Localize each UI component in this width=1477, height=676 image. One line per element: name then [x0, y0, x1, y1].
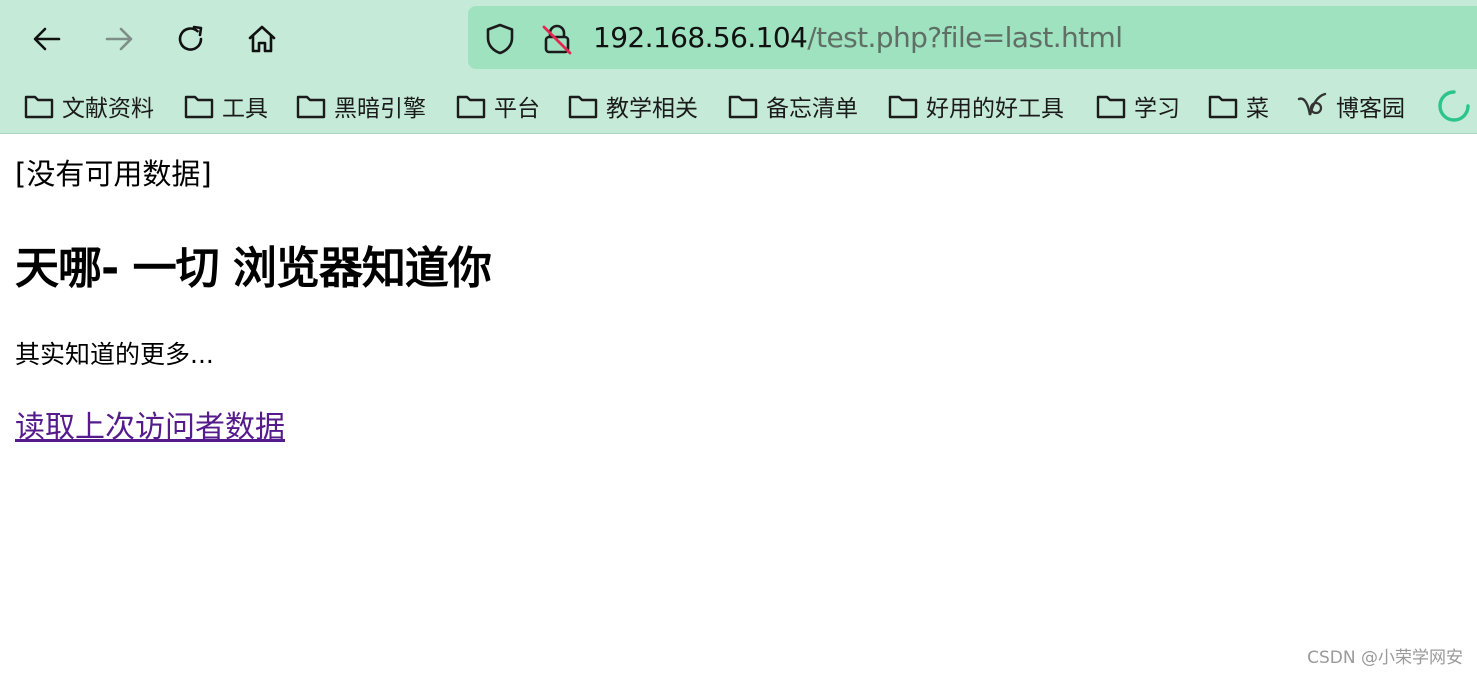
folder-icon — [456, 95, 486, 119]
bookmark-label: 黑暗引擎 — [334, 96, 426, 122]
bookmarks-toolbar: 文献资料 工具 黑暗引擎 平台 教学相关 备忘清单 好用的好工具 学习 菜 博客… — [0, 84, 1477, 128]
home-button[interactable] — [242, 19, 282, 59]
bookmark-label: 平台 — [494, 96, 540, 122]
url-path: /test.php?file=last.html — [807, 21, 1123, 54]
tagline-text: 其实知道的更多... — [15, 340, 214, 369]
bookmark-label: 备忘清单 — [766, 96, 858, 122]
bookmark-label: 文献资料 — [62, 96, 154, 122]
bookmark-folder[interactable]: 备忘清单 — [728, 84, 858, 128]
loading-spinner-icon — [1437, 89, 1471, 127]
url-host: 192.168.56.104 — [593, 21, 808, 54]
bookmark-label: 博客园 — [1336, 96, 1405, 122]
reload-button[interactable] — [171, 19, 211, 59]
bookmark-folder[interactable]: 文献资料 — [24, 84, 154, 128]
insecure-lock-icon[interactable] — [540, 22, 574, 60]
bookmark-folder[interactable]: 教学相关 — [568, 84, 698, 128]
bookmark-label: 好用的好工具 — [926, 96, 1064, 122]
no-data-message: [没有可用数据] — [15, 157, 212, 191]
bookmark-folder[interactable]: 平台 — [456, 84, 540, 128]
bookmark-link[interactable]: 博客园 — [1296, 84, 1405, 128]
folder-icon — [888, 95, 918, 119]
home-icon — [248, 25, 276, 53]
bookmark-folder[interactable]: 学习 — [1096, 84, 1180, 128]
watermark: CSDN @小荣学网安 — [1307, 648, 1463, 668]
folder-icon — [24, 95, 54, 119]
url-text[interactable]: 192.168.56.104/test.php?file=last.html — [593, 20, 1123, 56]
read-last-visitor-link[interactable]: 读取上次访问者数据 — [15, 408, 285, 448]
bookmark-folder[interactable]: 好用的好工具 — [888, 84, 1064, 128]
arrow-left-icon — [33, 27, 61, 51]
bookmark-label: 学习 — [1134, 96, 1180, 122]
bookmark-folder[interactable]: 菜 — [1208, 84, 1269, 128]
folder-icon — [1096, 95, 1126, 119]
forward-button[interactable] — [99, 19, 139, 59]
cnblogs-icon — [1297, 92, 1327, 116]
folder-icon — [184, 95, 214, 119]
bookmark-folder[interactable]: 工具 — [184, 84, 268, 128]
bookmark-label: 菜 — [1246, 96, 1269, 122]
reload-icon — [178, 25, 203, 51]
folder-icon — [1208, 95, 1238, 119]
folder-icon — [568, 95, 598, 119]
back-button[interactable] — [27, 19, 67, 59]
bookmark-label: 工具 — [222, 96, 268, 122]
bookmark-label: 教学相关 — [606, 96, 698, 122]
arrow-right-icon — [105, 27, 133, 51]
folder-icon — [296, 95, 326, 119]
bookmark-folder[interactable]: 黑暗引擎 — [296, 84, 426, 128]
tracking-protection-shield-icon[interactable] — [484, 22, 516, 60]
page-headline: 天哪- 一切 浏览器知道你 — [15, 243, 492, 294]
folder-icon — [728, 95, 758, 119]
